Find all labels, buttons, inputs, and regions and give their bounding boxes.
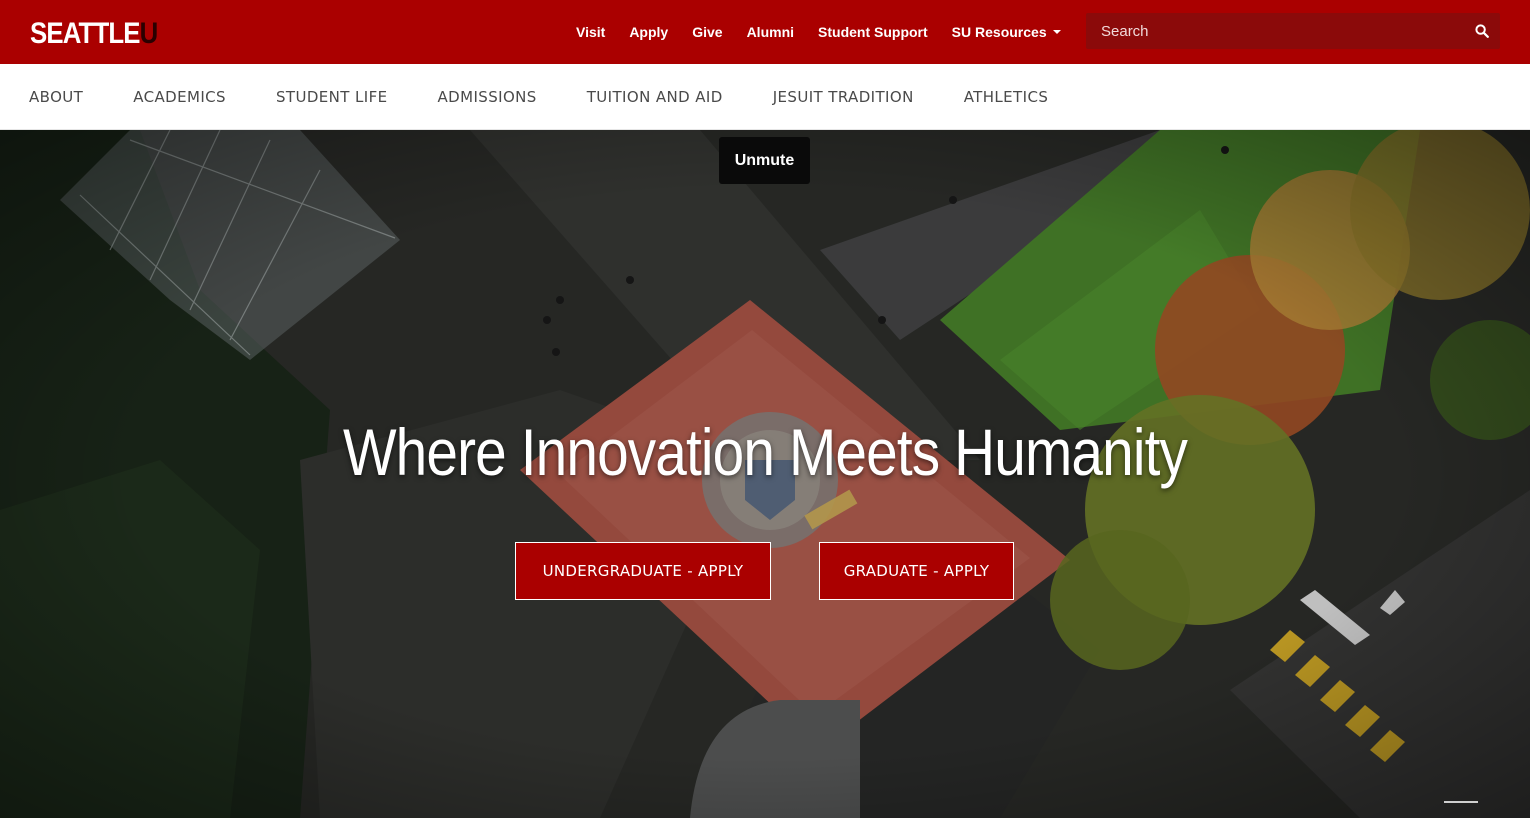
nav-item-jesuit-tradition[interactable]: JESUIT TRADITION (773, 88, 914, 106)
utility-link-student-support[interactable]: Student Support (818, 24, 928, 40)
nav-item-tuition-and-aid[interactable]: TUITION AND AID (587, 88, 723, 106)
top-utility-bar: SEATTLE U Visit Apply Give Alumni Student… (0, 0, 1530, 64)
nav-item-academics[interactable]: ACADEMICS (133, 88, 226, 106)
utility-link-visit[interactable]: Visit (576, 24, 605, 40)
search-icon[interactable] (1464, 13, 1500, 49)
su-resources-dropdown[interactable]: SU Resources (952, 24, 1061, 40)
unmute-button[interactable]: Unmute (719, 137, 810, 184)
hero-headline: Where Innovation Meets Humanity (342, 415, 1188, 489)
graduate-apply-button[interactable]: GRADUATE - APPLY (819, 542, 1014, 600)
hero-section: Unmute Where Innovation Meets Humanity U… (0, 130, 1530, 818)
chevron-down-icon (1052, 30, 1061, 34)
logo-text-u: U (139, 17, 159, 50)
utility-link-alumni[interactable]: Alumni (747, 24, 794, 40)
scroll-indicator (1444, 801, 1478, 803)
nav-item-student-life[interactable]: STUDENT LIFE (276, 88, 388, 106)
su-resources-label: SU Resources (951, 24, 1047, 40)
utility-link-give[interactable]: Give (692, 24, 722, 40)
nav-item-admissions[interactable]: ADMISSIONS (438, 88, 537, 106)
utility-link-apply[interactable]: Apply (629, 24, 668, 40)
main-nav: ABOUT ACADEMICS STUDENT LIFE ADMISSIONS … (0, 64, 1530, 130)
utility-nav: Visit Apply Give Alumni Student Support … (576, 0, 1073, 64)
nav-item-about[interactable]: ABOUT (29, 88, 83, 106)
seattle-u-logo[interactable]: SEATTLE U (30, 15, 159, 50)
undergraduate-apply-button[interactable]: UNDERGRADUATE - APPLY (515, 542, 771, 600)
search-input[interactable] (1086, 13, 1464, 49)
nav-item-athletics[interactable]: ATHLETICS (964, 88, 1049, 106)
logo-text-seattle: SEATTLE (30, 17, 140, 50)
search-box (1086, 13, 1500, 49)
